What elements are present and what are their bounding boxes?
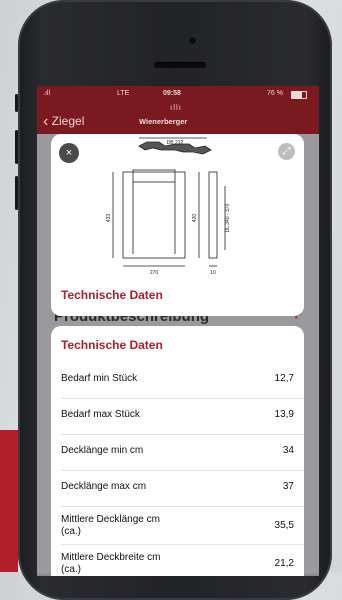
technical-drawing: DB 212 433 270 420 10 DL 340 - 370 <box>106 137 231 276</box>
row-value: 12,7 <box>274 373 294 384</box>
chevron-left-icon: ‹ <box>43 113 49 130</box>
drawing-side-height-label: 420 <box>192 214 198 223</box>
table-row: Decklänge max cm 37 <box>51 470 304 506</box>
row-label: Bedarf max Stück <box>61 409 140 420</box>
drawing-side-width-label: 10 <box>210 270 216 276</box>
close-button[interactable]: × <box>59 143 79 163</box>
drawing-top-label: DB 212 <box>167 140 184 146</box>
row-label: Decklänge min cm <box>61 445 144 456</box>
earpiece-speaker <box>154 62 206 68</box>
drawing-height-label: 433 <box>106 214 112 223</box>
row-value: 21,2 <box>274 558 294 569</box>
network-label: LTE <box>117 90 130 97</box>
brand-logo-icon: ıllı <box>170 103 182 112</box>
battery-label: 76 % <box>267 90 283 97</box>
technical-data-sheet: Technische Daten Bedarf min Stück 12,7 B… <box>51 326 304 576</box>
battery-icon <box>291 91 307 99</box>
mute-switch <box>15 94 18 112</box>
row-label: Mittlere Decklänge cm (ca.) <box>61 514 160 537</box>
row-value: 13,9 <box>274 409 294 420</box>
image-modal: × ⤢ DB 212 433 270 420 10 DL 340 - 370 T… <box>51 134 304 316</box>
sheet-title: Technische Daten <box>61 338 163 352</box>
row-label: Bedarf min Stück <box>61 373 138 384</box>
background-accent <box>0 430 18 572</box>
brand-name: Wienerberger <box>139 117 188 126</box>
row-label: Decklänge max cm <box>61 481 147 492</box>
row-value: 34 <box>282 445 294 456</box>
volume-up-button <box>15 130 18 164</box>
volume-down-button <box>15 176 18 210</box>
expand-icon[interactable]: ⤢ <box>278 143 295 160</box>
table-row: Mittlere Decklänge cm (ca.) 35,5 <box>51 506 304 544</box>
status-time: 09:58 <box>163 90 181 97</box>
drawing-width-label: 270 <box>150 270 159 276</box>
row-value: 37 <box>282 481 294 492</box>
screen: .ıll LTE 09:58 76 % ‹ Ziegel ıllı Wiener… <box>37 86 319 576</box>
modal-title: Technische Daten <box>61 288 163 302</box>
table-row: Decklänge min cm 34 <box>51 434 304 470</box>
nav-bar: .ıll LTE 09:58 76 % ‹ Ziegel ıllı Wiener… <box>37 86 319 134</box>
front-camera <box>189 37 196 44</box>
row-value: 35,5 <box>274 520 294 531</box>
drawing-side-range-label: DL 340 - 370 <box>225 203 231 232</box>
back-button[interactable]: ‹ Ziegel <box>43 112 84 130</box>
table-row: Mittlere Deckbreite cm (ca.) 21,2 <box>51 544 304 576</box>
table-row: Bedarf max Stück 13,9 <box>51 398 304 434</box>
row-label: Mittlere Deckbreite cm (ca.) <box>61 552 161 575</box>
table-row: Bedarf min Stück 12,7 <box>51 362 304 398</box>
signal-indicator: .ıll <box>43 90 50 97</box>
back-label: Ziegel <box>51 114 85 128</box>
